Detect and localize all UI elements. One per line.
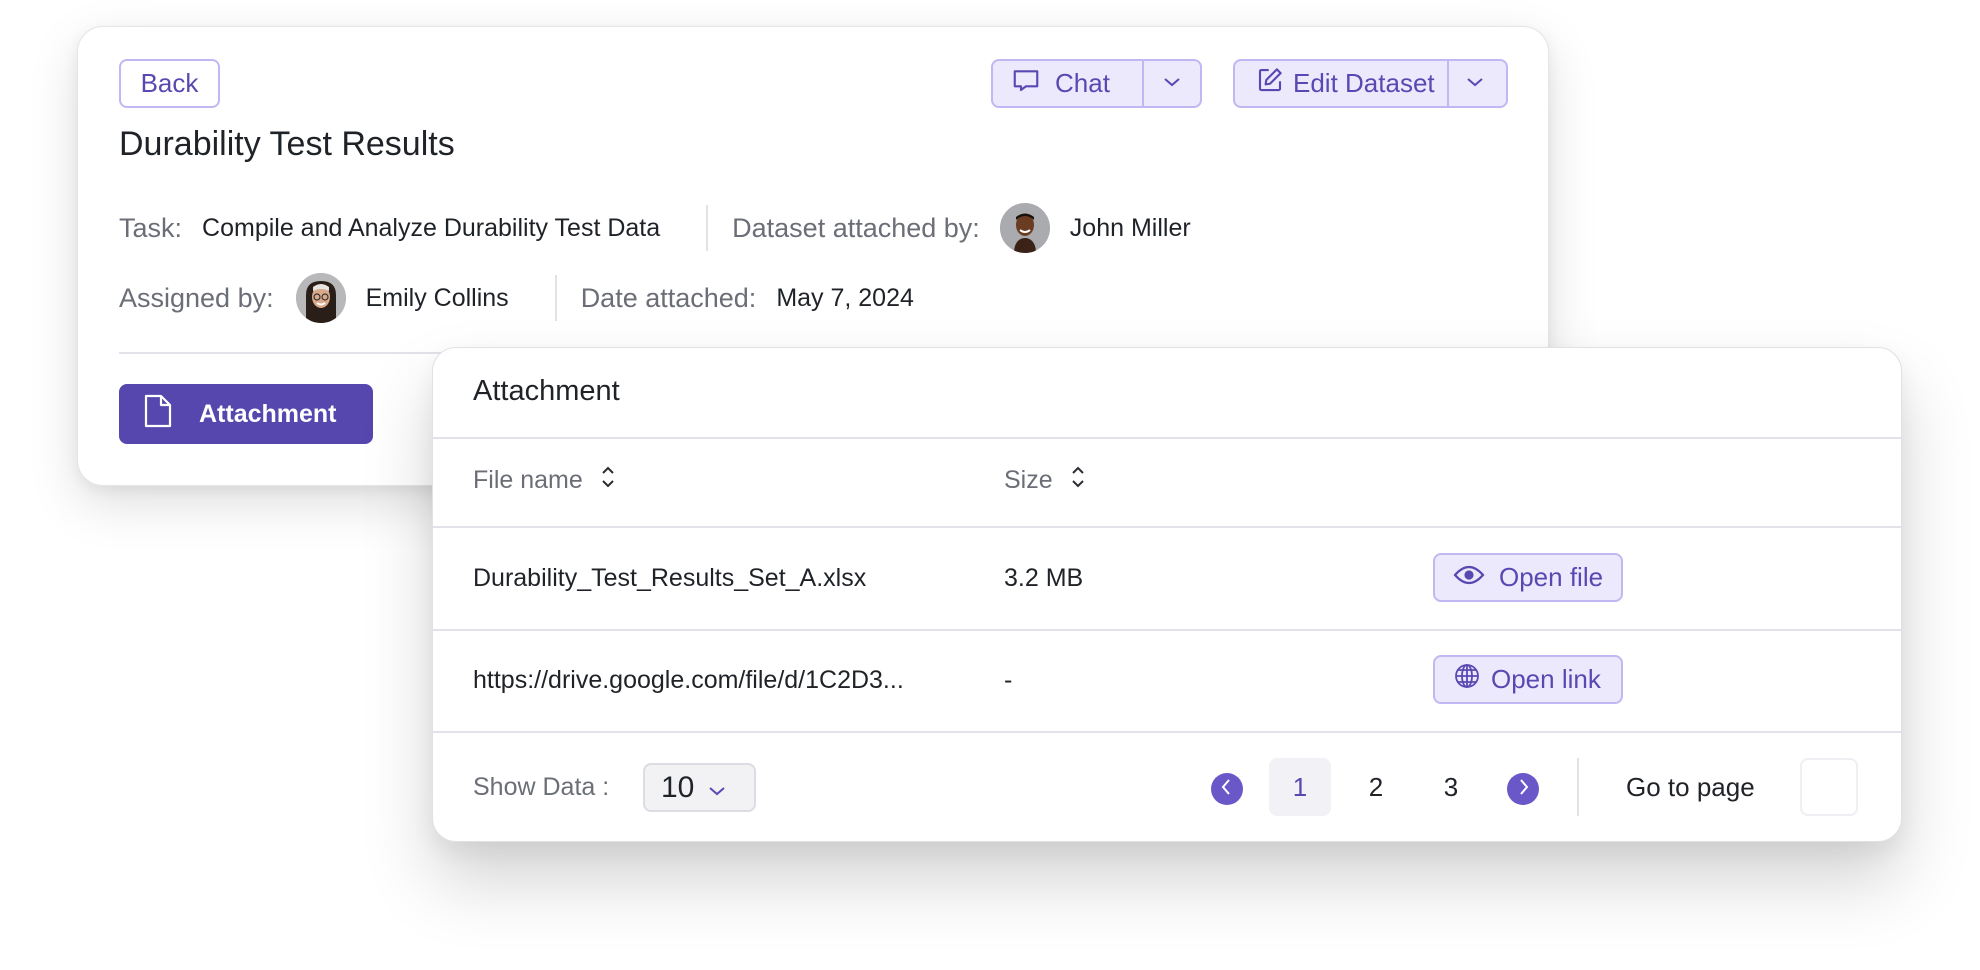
divider: [433, 731, 1901, 733]
file-size-cell: 3.2 MB: [1004, 564, 1084, 592]
chat-bubble-icon: [1011, 65, 1041, 102]
attached-by-label: Dataset attached by:: [732, 212, 980, 243]
back-button[interactable]: Back: [119, 59, 220, 108]
chat-button[interactable]: Chat: [993, 61, 1142, 106]
go-to-page-label: Go to page: [1626, 772, 1755, 802]
edit-dataset-label: Edit Dataset: [1293, 68, 1435, 98]
date-attached-value: May 7, 2024: [776, 283, 914, 312]
attachment-panel: Attachment File name Size Durability_Tes…: [432, 347, 1902, 842]
file-name-cell[interactable]: https://drive.google.com/file/d/1C2D3...: [473, 666, 904, 695]
chevron-right-icon: [1516, 778, 1530, 801]
previous-page-button[interactable]: [1211, 773, 1243, 805]
chevron-down-icon: [708, 771, 726, 805]
chat-button-group: Chat: [991, 59, 1202, 108]
divider: [554, 275, 557, 321]
sort-icon[interactable]: [601, 464, 615, 497]
attachment-tab-label: Attachment: [199, 399, 337, 428]
chat-dropdown-button[interactable]: [1142, 61, 1200, 106]
globe-icon: [1453, 662, 1481, 697]
sort-icon[interactable]: [1071, 464, 1085, 497]
file-size-cell: -: [1004, 666, 1013, 694]
dataset-title: Durability Test Results: [119, 125, 455, 163]
column-header-label: File name: [473, 466, 583, 494]
open-file-button[interactable]: Open file: [1433, 553, 1623, 602]
task-value[interactable]: Compile and Analyze Durability Test Data: [202, 214, 660, 243]
chat-button-label: Chat: [1055, 68, 1110, 98]
page-size-value: 10: [661, 770, 695, 804]
column-header-file-name[interactable]: File name: [473, 464, 615, 497]
chevron-left-icon: [1220, 778, 1234, 801]
file-name-cell: Durability_Test_Results_Set_A.xlsx: [473, 564, 867, 592]
assigned-row: Assigned by: Emily Collins Date attached…: [119, 273, 914, 323]
date-attached-label: Date attached:: [580, 282, 757, 313]
divider: [1577, 758, 1579, 816]
column-header-size[interactable]: Size: [1004, 464, 1085, 497]
column-header-label: Size: [1004, 466, 1053, 494]
go-to-page-input[interactable]: [1800, 758, 1858, 816]
edit-dataset-dropdown-button[interactable]: [1446, 61, 1502, 106]
chevron-down-icon: [1162, 75, 1182, 93]
open-link-button[interactable]: Open link: [1433, 655, 1623, 704]
avatar-emily-collins: [295, 273, 346, 323]
assigned-by-label: Assigned by:: [119, 282, 274, 313]
show-data-label: Show Data :: [473, 773, 610, 801]
chevron-down-icon: [1465, 75, 1485, 93]
attachment-panel-title: Attachment: [473, 375, 620, 407]
divider: [706, 205, 709, 251]
page-3-button[interactable]: 3: [1420, 758, 1482, 816]
assigned-by-value: Emily Collins: [365, 283, 509, 312]
page-size-select[interactable]: 10: [643, 763, 756, 812]
eye-icon: [1453, 562, 1485, 593]
avatar-john-miller: [999, 203, 1050, 253]
divider: [433, 526, 1901, 528]
page-1-button[interactable]: 1: [1269, 758, 1331, 816]
attachment-tab-button[interactable]: Attachment: [119, 384, 373, 444]
file-icon: [143, 393, 173, 436]
task-row: Task: Compile and Analyze Durability Tes…: [119, 203, 1191, 253]
edit-dataset-button[interactable]: Edit Dataset: [1235, 61, 1447, 106]
attached-by-value: John Miller: [1069, 213, 1191, 242]
divider: [433, 629, 1901, 631]
page-2-button[interactable]: 2: [1345, 758, 1407, 816]
edit-icon: [1255, 65, 1285, 102]
task-label: Task:: [119, 212, 183, 243]
next-page-button[interactable]: [1507, 773, 1539, 805]
divider: [433, 437, 1901, 439]
open-link-label: Open link: [1491, 664, 1601, 694]
edit-dataset-button-group: Edit Dataset: [1233, 59, 1508, 108]
open-file-label: Open file: [1499, 562, 1604, 592]
